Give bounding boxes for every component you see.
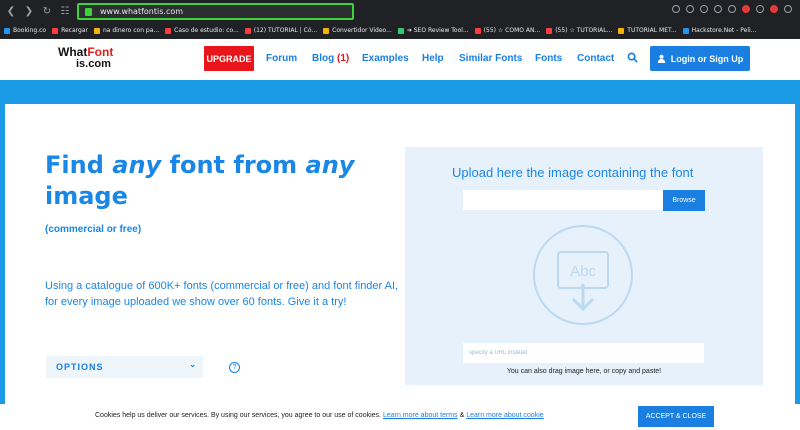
bookmarks-bar: Booking.co Recargar na dinero con pa... Cas… xyxy=(0,22,800,39)
bookmark-favicon-icon xyxy=(165,27,172,34)
upgrade-button[interactable]: UPGRADE xyxy=(204,46,254,71)
image-upload-icon[interactable]: Abc xyxy=(532,224,634,326)
url-input[interactable] xyxy=(463,343,704,363)
logo-text-what: What xyxy=(58,45,88,59)
hero-band xyxy=(0,80,800,104)
bookmark-item[interactable]: TUTORIAL MET... xyxy=(618,27,677,34)
chevron-down-icon: ⌄ xyxy=(189,360,197,369)
login-label: Login or Sign Up xyxy=(670,53,744,64)
camera-icon[interactable] xyxy=(672,5,680,13)
upload-icon-text: Abc xyxy=(570,263,596,280)
bookmark-label: Booking.co xyxy=(13,27,47,34)
circle-icon[interactable] xyxy=(756,5,764,13)
extensions-bar xyxy=(672,5,792,13)
bookmark-item[interactable]: na dinero con pa... xyxy=(93,27,160,34)
upload-title: Upload here the image containing the fon… xyxy=(452,165,694,180)
logo-text-font: Font xyxy=(87,45,114,59)
bookmark-item[interactable]: Booking.co xyxy=(4,27,46,34)
nav-help[interactable]: Help xyxy=(422,53,444,64)
drag-hint: You can also drag image here, or copy an… xyxy=(506,368,662,375)
record-icon[interactable] xyxy=(742,5,750,13)
menu-icon[interactable] xyxy=(784,5,792,13)
logo-text-domain: is.com xyxy=(76,58,111,70)
nav-examples[interactable]: Examples xyxy=(362,53,409,64)
reload-icon[interactable]: ↻ xyxy=(40,4,54,18)
options-dropdown[interactable]: OPTIONS ⌄ xyxy=(46,356,203,378)
nav-fonts[interactable]: Fonts xyxy=(535,53,562,64)
bookmark-favicon-icon xyxy=(4,27,10,34)
bookmark-label: ➜ SEO Review Tool... xyxy=(406,27,469,34)
bookmark-label: Hackstore.Net - Peli... xyxy=(691,27,757,34)
bookmark-item[interactable]: Hackstore.Net - Peli... xyxy=(682,27,757,34)
nav-blog[interactable]: Blog (1) xyxy=(312,53,349,64)
user-icon xyxy=(657,54,665,63)
bookmark-label: Recargar xyxy=(61,27,88,34)
bookmark-label: Convertidor Video... xyxy=(332,27,392,34)
bookmark-favicon-icon xyxy=(323,27,330,34)
lock-icon xyxy=(85,7,92,16)
cookie-message: Cookies help us deliver our services. By… xyxy=(95,412,544,419)
help-icon[interactable]: ? xyxy=(229,362,240,373)
terms-link[interactable]: Learn more about terms xyxy=(383,412,458,419)
back-icon[interactable]: ❮ xyxy=(4,4,18,18)
bookmark-item[interactable]: (12) TUTORIAL | Có... xyxy=(244,27,318,34)
bookmark-favicon-icon xyxy=(397,27,404,34)
login-signup-button[interactable]: Login or Sign Up xyxy=(650,46,750,71)
site-logo[interactable]: WhatFont is.com xyxy=(58,46,120,76)
nav-contact[interactable]: Contact xyxy=(577,53,614,64)
nav-similar-fonts[interactable]: Similar Fonts xyxy=(459,53,522,64)
bookmark-item[interactable]: Caso de estudio: co... xyxy=(165,27,239,34)
bookmark-favicon-icon xyxy=(244,27,251,34)
bookmark-item[interactable]: (55) ☆ COMO AN... xyxy=(474,27,541,34)
bookmark-favicon-icon xyxy=(93,27,100,34)
bookmark-favicon-icon xyxy=(474,27,481,34)
page-description: Using a catalogue of 600K+ fonts (commer… xyxy=(45,280,399,308)
bookmark-item[interactable]: Recargar xyxy=(52,27,88,34)
bookmark-favicon-icon xyxy=(682,27,689,34)
bookmark-favicon-icon xyxy=(52,27,59,34)
accept-cookies-button[interactable]: ACCEPT & CLOSE xyxy=(638,406,714,427)
bookmark-label: Caso de estudio: co... xyxy=(174,27,239,34)
options-label: OPTIONS xyxy=(56,362,104,372)
search-icon[interactable] xyxy=(627,52,638,63)
blog-count-badge: (1) xyxy=(337,53,350,64)
bookmark-label: (12) TUTORIAL | Có... xyxy=(253,27,318,34)
bookmark-favicon-icon xyxy=(618,27,625,34)
forward-icon[interactable]: ❯ xyxy=(22,4,36,18)
address-bar[interactable]: www.whatfontis.com xyxy=(77,3,354,20)
page-subtitle: (commercial or free) xyxy=(45,224,142,235)
list-icon[interactable] xyxy=(728,5,736,13)
url-text: www.whatfontis.com xyxy=(100,7,184,16)
bookmark-item[interactable]: ➜ SEO Review Tool... xyxy=(397,27,469,34)
cookie-policy-link[interactable]: Learn more about cookie xyxy=(466,412,543,419)
bookmark-item[interactable]: Convertidor Video... xyxy=(323,27,392,34)
apps-icon[interactable]: ☷ xyxy=(58,4,72,18)
heart-icon[interactable] xyxy=(714,5,722,13)
page-title: Find any font from any image xyxy=(45,151,355,210)
bookmark-label: (55) ☆ TUTORIAL... xyxy=(555,27,613,34)
bookmark-label: na dinero con pa... xyxy=(102,27,160,34)
nav-blog-label: Blog xyxy=(312,53,335,64)
bookmark-label: TUTORIAL MET... xyxy=(627,27,677,34)
browse-button[interactable]: Browse xyxy=(663,190,705,211)
profile-icon[interactable] xyxy=(770,5,778,13)
bookmark-item[interactable]: (55) ☆ TUTORIAL... xyxy=(546,27,612,34)
bookmark-favicon-icon xyxy=(546,27,553,34)
send-icon[interactable] xyxy=(700,5,708,13)
bookmark-label: (55) ☆ COMO AN... xyxy=(483,27,541,34)
file-path-input[interactable] xyxy=(463,190,663,210)
extension-icon[interactable] xyxy=(686,5,694,13)
nav-forum[interactable]: Forum xyxy=(266,53,297,64)
